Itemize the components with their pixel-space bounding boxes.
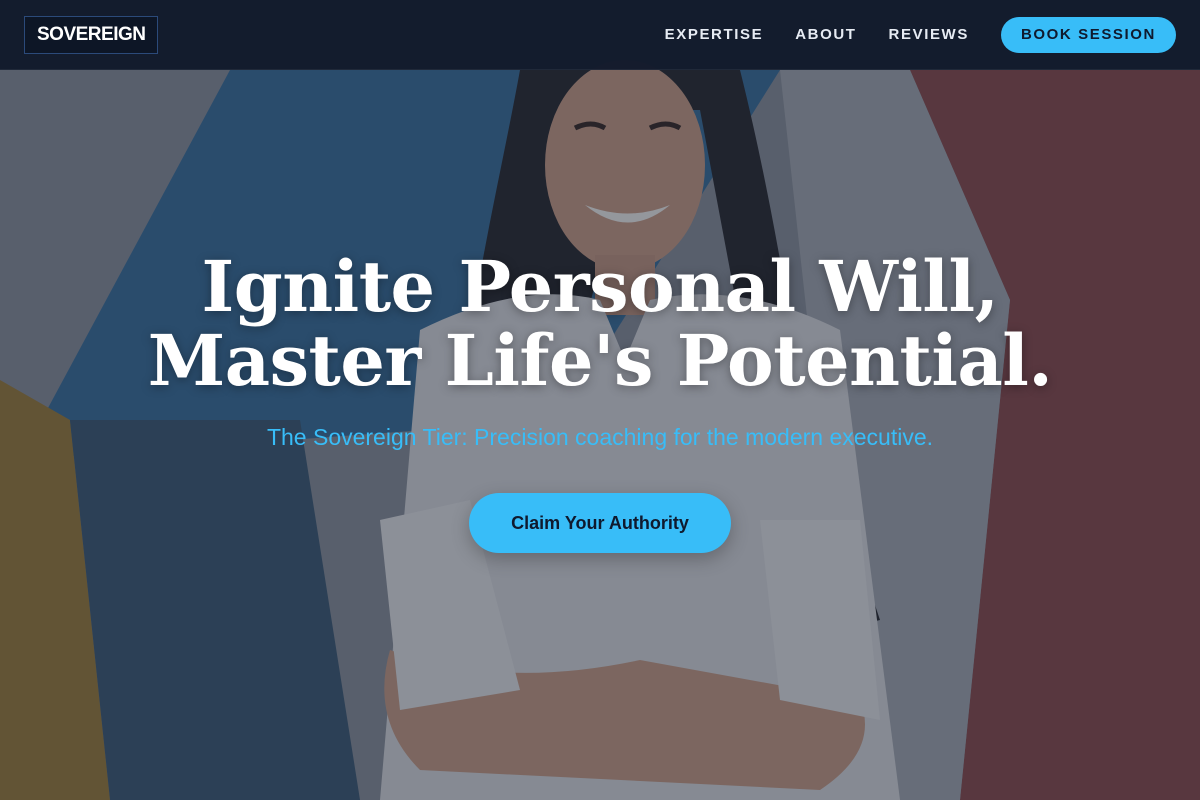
hero-content: Ignite Personal Will, Master Life's Pote… bbox=[0, 250, 1200, 553]
nav-link-about[interactable]: ABOUT bbox=[795, 26, 856, 43]
book-session-button[interactable]: BOOK SESSION bbox=[1000, 16, 1176, 53]
headline-line-1: Ignite Personal Will, bbox=[201, 245, 999, 328]
hero-subheading: The Sovereign Tier: Precision coaching f… bbox=[266, 424, 934, 450]
claim-authority-button[interactable]: Claim Your Authority bbox=[469, 493, 731, 553]
logo[interactable]: SOVEREIGN bbox=[24, 15, 159, 54]
headline-line-2: Master Life's Potential. bbox=[147, 319, 1053, 402]
nav-link-expertise[interactable]: EXPERTISE bbox=[665, 26, 764, 43]
nav-link-reviews[interactable]: REVIEWS bbox=[889, 26, 969, 43]
nav-links: EXPERTISE ABOUT REVIEWS BOOK SESSION bbox=[665, 16, 1176, 53]
hero-headline: Ignite Personal Will, Master Life's Pote… bbox=[148, 250, 1053, 398]
top-nav: SOVEREIGN EXPERTISE ABOUT REVIEWS BOOK S… bbox=[0, 0, 1200, 70]
